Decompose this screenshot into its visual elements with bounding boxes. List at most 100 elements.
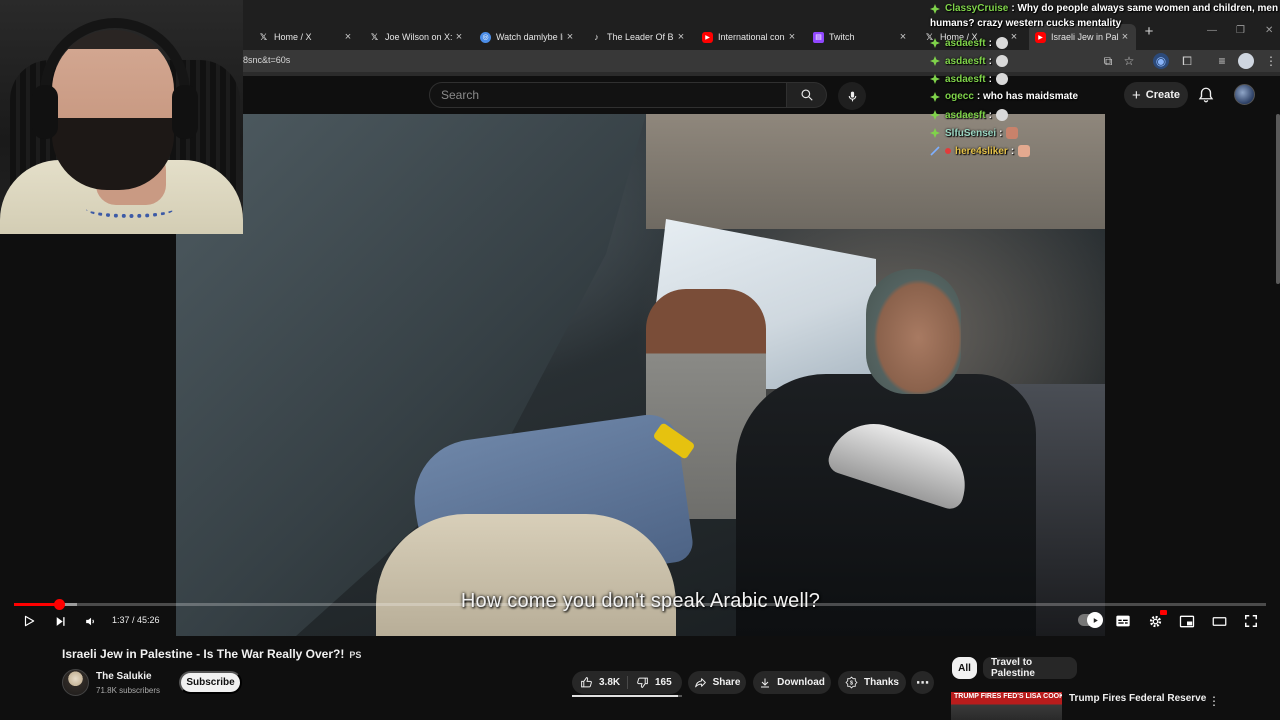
tab-label: The Leader Of Big [607, 32, 674, 42]
skull-emote-icon [995, 109, 1008, 121]
bookmark-star-icon[interactable]: ☆ [1121, 53, 1137, 69]
extensions-puzzle-icon[interactable]: ⧠ [1179, 53, 1195, 69]
close-icon[interactable]: × [785, 31, 799, 43]
tab-label: Israeli Jew in Pale [1051, 32, 1118, 42]
globe-icon: ◎ [480, 31, 491, 43]
chat-message: ClassyCruise : Why do people always same… [930, 3, 1280, 14]
like-ratio-fill [572, 695, 678, 697]
notifications-bell-icon[interactable] [1197, 86, 1215, 104]
chat-text: : [988, 109, 992, 121]
chat-username[interactable]: asdaesft [945, 56, 986, 67]
hd-badge-icon [1160, 610, 1167, 615]
play-button[interactable] [20, 612, 38, 630]
browser-tab[interactable]: ▤ Twitch × [807, 24, 914, 50]
time-display: 1:37 / 45:26 [112, 615, 160, 625]
video-player[interactable]: How come you don't speak Arabic well? [176, 114, 1105, 636]
chat-text: : who has maidsmate [976, 91, 1079, 102]
search-input[interactable] [429, 82, 787, 108]
face-emote-icon [1006, 127, 1019, 139]
chat-message: SlfuSensei : [930, 127, 1019, 139]
chat-username[interactable]: asdaesft [945, 38, 986, 49]
chat-username[interactable]: asdaesft [945, 110, 986, 121]
video-title: Israeli Jew in Palestine - Is The War Re… [62, 647, 361, 661]
settings-button[interactable] [1146, 610, 1167, 630]
chat-message: asdaesft : [930, 37, 1008, 49]
browser-tab[interactable]: ♪ The Leader Of Big × [585, 24, 692, 50]
close-icon[interactable]: × [563, 31, 577, 43]
browser-tab[interactable]: ▶ International cons × [696, 24, 803, 50]
next-button[interactable] [51, 612, 69, 630]
autoplay-toggle[interactable] [1078, 612, 1103, 628]
reading-list-icon[interactable]: ≡ [1214, 53, 1230, 69]
mute-button[interactable] [81, 612, 99, 630]
search-button[interactable] [787, 82, 827, 108]
minimize-icon[interactable]: — [1207, 25, 1217, 36]
chat-username[interactable]: ogecc [945, 91, 974, 102]
chat-message: asdaesft : [930, 73, 1008, 85]
fullscreen-button[interactable] [1242, 612, 1260, 630]
subscribe-button[interactable]: Subscribe [179, 671, 242, 694]
tab-label: Joe Wilson on X: [385, 32, 452, 42]
captions-icon [1116, 615, 1130, 627]
extension-active-icon[interactable]: ◉ [1153, 53, 1169, 69]
maximize-icon[interactable]: ❐ [1236, 25, 1245, 36]
channel-name[interactable]: The Salukie [96, 671, 152, 682]
share-button[interactable]: Share [688, 671, 746, 694]
close-icon[interactable]: × [1007, 31, 1021, 43]
chat-username[interactable]: SlfuSensei [945, 128, 996, 139]
dislike-count: 165 [655, 677, 672, 688]
browser-tab[interactable]: 𝕏 Joe Wilson on X: × [363, 24, 470, 50]
more-vertical-icon[interactable]: ⋮ [1208, 694, 1220, 708]
close-icon[interactable]: × [1118, 31, 1132, 43]
browser-tab[interactable]: ◎ Watch damlybe live × [474, 24, 581, 50]
page-scrollbar[interactable] [1276, 114, 1280, 284]
create-button[interactable]: + Create [1124, 82, 1188, 108]
close-icon[interactable]: × [896, 31, 910, 43]
account-avatar[interactable] [1234, 84, 1255, 105]
close-icon[interactable]: × [674, 31, 688, 43]
video-scene-knee [376, 514, 676, 636]
share-label: Share [712, 677, 741, 688]
more-actions-button[interactable]: ⋯ [911, 671, 934, 694]
subtitles-button[interactable] [1114, 612, 1132, 630]
close-icon[interactable]: × [341, 31, 355, 43]
dislike-button[interactable]: 165 [636, 671, 676, 694]
chip-all[interactable]: All [952, 657, 977, 679]
channel-avatar[interactable] [62, 669, 89, 696]
download-button[interactable]: Download [753, 671, 831, 694]
like-dislike-group: 3.8K 165 [572, 671, 682, 697]
sword-badge-icon [930, 146, 940, 156]
url-text[interactable]: 8snc&t=60s [243, 55, 290, 65]
install-app-icon[interactable]: ⧉ [1100, 53, 1116, 69]
chat-message: ogecc : who has maidsmate [930, 91, 1078, 102]
recommendation-title[interactable]: Trump Fires Federal Reserve [1069, 693, 1206, 704]
new-tab-button[interactable]: + [1141, 24, 1157, 40]
twitch-icon: ▤ [813, 31, 824, 43]
thanks-button[interactable]: $ Thanks [838, 671, 906, 694]
chat-username[interactable]: asdaesft [945, 74, 986, 85]
miniplayer-button[interactable] [1178, 612, 1196, 630]
voice-search-button[interactable] [838, 82, 866, 110]
profile-avatar-icon[interactable] [1238, 53, 1254, 69]
video-scene-ceiling [646, 114, 1105, 229]
browser-tab[interactable]: 𝕏 Home / X × [252, 24, 359, 50]
chip-travel-to-palestine[interactable]: Travel to Palestine [983, 657, 1077, 679]
chat-text: : [999, 127, 1003, 139]
chat-message: here4sliker : [930, 145, 1031, 157]
scrubber-handle[interactable] [54, 599, 66, 610]
theater-mode-button[interactable] [1210, 612, 1228, 630]
microphone-icon [848, 91, 856, 101]
chat-username[interactable]: here4sliker [955, 146, 1008, 157]
theater-icon [1212, 616, 1226, 626]
close-icon[interactable]: × [452, 31, 466, 43]
progress-bar[interactable] [14, 599, 1266, 610]
window-close-icon[interactable]: ✕ [1265, 25, 1273, 36]
skull-emote-icon [995, 73, 1008, 85]
skull-emote-icon [995, 37, 1008, 49]
like-button[interactable]: 3.8K [580, 671, 626, 694]
youtube-icon: ▶ [1035, 31, 1046, 43]
chat-username[interactable]: ClassyCruise [945, 3, 1008, 14]
gear-icon [1149, 615, 1161, 627]
browser-menu-icon[interactable]: ⋮ [1263, 53, 1279, 69]
recommendation-thumbnail[interactable]: TRUMP FIRES FED'S LISA COOK [951, 692, 1062, 720]
